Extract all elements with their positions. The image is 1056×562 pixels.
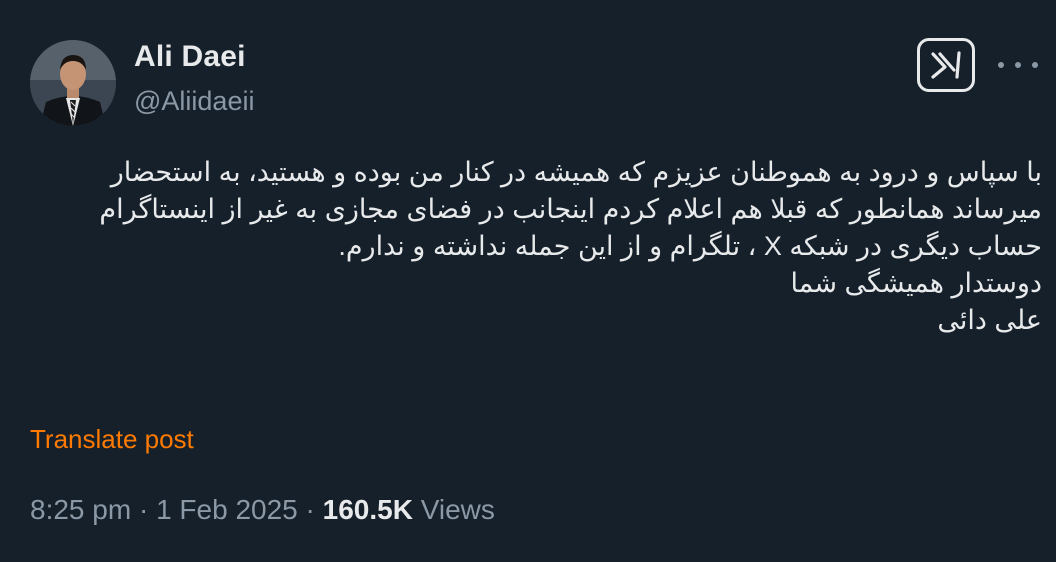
- tweet-meta: 8:25 pm · 1 Feb 2025 · 160.5K Views: [30, 494, 495, 526]
- tweet-time[interactable]: 8:25 pm: [30, 494, 131, 525]
- meta-separator: ·: [305, 494, 315, 525]
- author-name[interactable]: Ali Daei: [134, 40, 246, 74]
- tweet-card: Ali Daei @Aliidaeii با سپاس و درود به هم…: [0, 0, 1056, 562]
- views-label: Views: [420, 494, 495, 525]
- tweet-text-line: حساب دیگری در شبکه X ، تلگرام و از این ج…: [338, 231, 1042, 261]
- more-horizontal-icon: [1015, 62, 1021, 68]
- more-horizontal-icon: [1032, 62, 1038, 68]
- grok-icon: [931, 51, 961, 79]
- tweet-text-line: با سپاس و درود به هموطنان عزیزم که همیشه…: [110, 157, 1042, 187]
- more-options-button[interactable]: [998, 50, 1038, 80]
- more-horizontal-icon: [998, 62, 1004, 68]
- tweet-date[interactable]: 1 Feb 2025: [156, 494, 298, 525]
- tweet-text-line: علی دائی: [937, 305, 1042, 335]
- meta-separator: ·: [138, 494, 149, 525]
- avatar[interactable]: [30, 40, 116, 126]
- tweet-text-line: دوستدار همیشگی شما: [790, 268, 1042, 298]
- grok-button[interactable]: [917, 38, 975, 92]
- tweet-text: با سپاس و درود به هموطنان عزیزم که همیشه…: [32, 154, 1042, 339]
- views-count[interactable]: 160.5K: [323, 494, 413, 525]
- author-handle[interactable]: @Aliidaeii: [134, 86, 254, 117]
- tweet-text-line: میرساند همانطور که قبلا هم اعلام کردم ای…: [99, 194, 1042, 224]
- translate-post-link[interactable]: Translate post: [30, 424, 194, 455]
- avatar-image: [30, 40, 116, 126]
